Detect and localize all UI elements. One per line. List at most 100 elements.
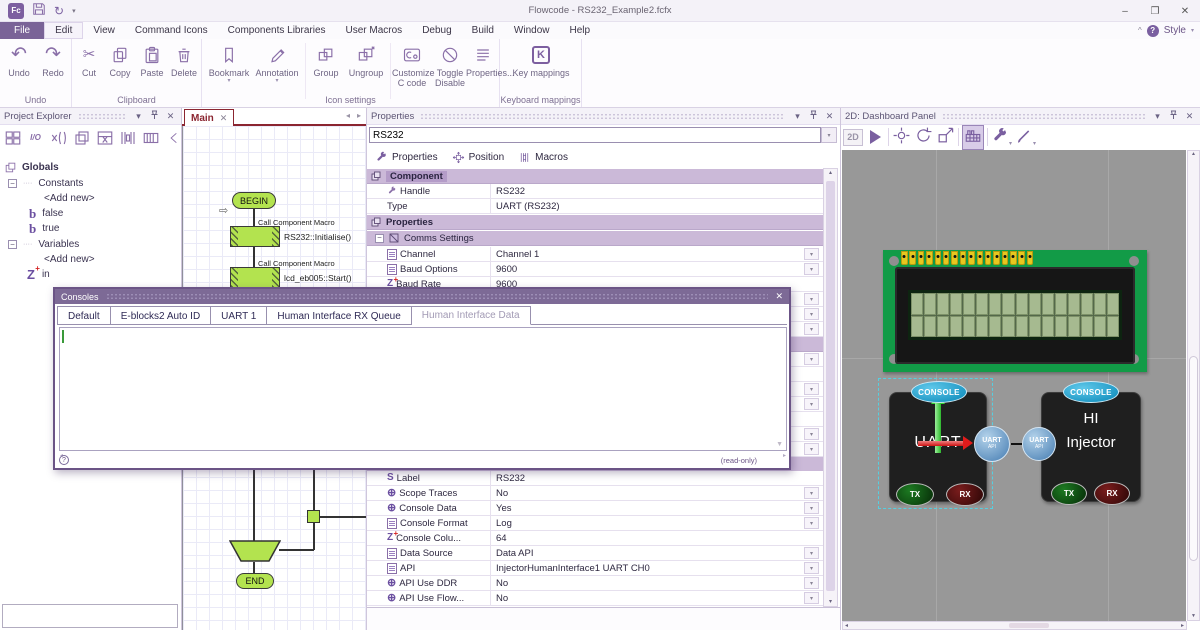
dropdown-button[interactable]: ▾ — [804, 398, 819, 410]
scroll-down-icon[interactable]: ▼ — [1188, 613, 1199, 619]
io-icon[interactable]: I/O — [25, 127, 46, 148]
tree-item-constants[interactable]: −····Constants — [0, 176, 182, 191]
panel-menu-caret-icon[interactable]: ▾ — [791, 111, 804, 122]
x-brace-icon[interactable] — [48, 127, 69, 148]
dropdown-button[interactable]: ▾ — [804, 308, 819, 320]
menu-help[interactable]: Help — [559, 22, 600, 39]
property-row-type[interactable]: Type UART (RS232) — [367, 199, 823, 214]
pipes-icon[interactable] — [117, 127, 138, 148]
key-mappings-button[interactable]: K Key mappings — [508, 42, 574, 78]
tab-position[interactable]: Position — [452, 151, 505, 164]
property-row-handle[interactable]: Handle RS232 — [367, 184, 823, 199]
menu-view[interactable]: View — [83, 22, 125, 39]
close-panel-icon[interactable]: ✕ — [823, 111, 836, 122]
components-icon[interactable] — [962, 125, 984, 150]
customize-c-code-button[interactable]: Customize C code — [392, 42, 432, 89]
undo-button[interactable]: ↶Undo — [2, 42, 36, 78]
dropdown-button[interactable]: ▾ — [804, 428, 819, 440]
scroll-up-icon[interactable]: ▲ — [1188, 151, 1199, 157]
console-output-area[interactable]: ▼ — [59, 327, 787, 451]
console-tab-hi-rx-queue[interactable]: Human Interface RX Queue — [267, 306, 411, 325]
dropdown-button[interactable]: ▾ — [804, 353, 819, 365]
pin-icon[interactable] — [148, 110, 161, 122]
injector-tx-pin[interactable]: TX — [1051, 482, 1087, 505]
ungroup-button[interactable]: Ungroup — [344, 42, 388, 78]
tab-scroll-left-icon[interactable]: ◂ — [346, 111, 350, 120]
connection-point-node[interactable] — [307, 510, 320, 523]
tab-main[interactable]: Main ✕ — [184, 109, 234, 126]
brush-icon[interactable]: ▾ — [1015, 127, 1036, 148]
loop-end-node[interactable] — [229, 540, 281, 563]
uart-tx-pin[interactable]: TX — [896, 483, 934, 506]
call-macro-node-rs232[interactable] — [230, 226, 280, 247]
dropdown-button[interactable]: ▾ — [804, 487, 819, 499]
tree-item-in[interactable]: Z+in — [0, 267, 182, 282]
property-row-console-format[interactable]: Console Format Log▾ — [367, 516, 823, 531]
menu-components-libraries[interactable]: Components Libraries — [218, 22, 336, 39]
console-scroll-down-icon[interactable]: ▼ — [776, 441, 783, 448]
dropdown-button[interactable]: ▾ — [804, 562, 819, 574]
scroll-left-icon[interactable]: ◂ — [845, 622, 848, 629]
tree-item-globals[interactable]: Globals — [0, 160, 182, 175]
dropdown-button[interactable]: ▾ — [804, 577, 819, 589]
layers-icon[interactable] — [71, 127, 92, 148]
call-macro-node-lcd[interactable] — [230, 267, 280, 288]
menu-file[interactable]: File — [0, 22, 44, 39]
paste-button[interactable]: Paste — [136, 42, 168, 78]
uart-rx-pin[interactable]: RX — [946, 483, 984, 506]
rotate-icon[interactable] — [914, 126, 933, 148]
console-tab-uart1[interactable]: UART 1 — [211, 306, 267, 325]
pin-icon[interactable] — [1167, 110, 1180, 122]
injector-rx-pin[interactable]: RX — [1094, 482, 1130, 505]
striped-box-icon[interactable] — [140, 127, 161, 148]
tab-macros[interactable]: Macros — [518, 151, 568, 164]
cut-button[interactable]: ✂Cut — [74, 42, 104, 78]
chevron-left-icon[interactable] — [163, 127, 184, 148]
property-row-api[interactable]: API InjectorHumanInterface1 UART CH0▾ — [367, 561, 823, 576]
group-button[interactable]: Group — [308, 42, 344, 78]
pin-icon[interactable] — [807, 110, 820, 122]
scrollbar-thumb[interactable] — [1009, 623, 1049, 628]
resize-icon[interactable] — [936, 126, 955, 148]
close-panel-icon[interactable]: ✕ — [164, 111, 177, 122]
scrollbar-thumb[interactable] — [826, 181, 835, 591]
restore-button[interactable]: ❐ — [1140, 0, 1170, 22]
property-row-scope-traces[interactable]: ⊕Scope Traces No▾ — [367, 486, 823, 501]
grid-icon[interactable] — [2, 127, 23, 148]
panel-menu-caret-icon[interactable]: ▾ — [132, 111, 145, 122]
tree-item-false[interactable]: bfalse — [0, 206, 182, 221]
tab-properties[interactable]: Properties — [375, 151, 438, 164]
dashboard-vscrollbar[interactable]: ▲ ▼ — [1187, 150, 1200, 621]
property-row-channel[interactable]: Channel Channel 1▾ — [367, 247, 823, 262]
section-component[interactable]: Component — [367, 169, 823, 184]
console-help-icon[interactable]: ? — [59, 455, 69, 465]
property-row-baud-options[interactable]: Baud Options 9600▾ — [367, 262, 823, 277]
close-button[interactable]: ✕ — [1170, 0, 1200, 22]
dropdown-button[interactable]: ▾ — [804, 293, 819, 305]
dropdown-button[interactable]: ▾ — [804, 323, 819, 335]
property-row-label[interactable]: SLabel RS232 — [367, 471, 823, 486]
property-row-api-use-ddr[interactable]: ⊕API Use DDR No▾ — [367, 576, 823, 591]
collapse-icon[interactable]: − — [375, 234, 384, 243]
selector-dropdown-button[interactable]: ▾ — [821, 127, 837, 143]
end-node[interactable]: END — [236, 573, 274, 589]
crossed-box-icon[interactable] — [94, 127, 115, 148]
menu-user-macros[interactable]: User Macros — [336, 22, 413, 39]
tab-close-icon[interactable]: ✕ — [220, 113, 228, 124]
dropdown-button[interactable]: ▾ — [804, 263, 819, 275]
uart-api-connector[interactable]: UARTAPI — [974, 426, 1010, 462]
lcd-display-component[interactable] — [883, 250, 1147, 372]
dashboard-canvas[interactable]: CONSOLE UART TX RX UARTAPI CONSOLE HI In… — [842, 150, 1186, 621]
tab-scroll-right-icon[interactable]: ▸ — [357, 111, 361, 120]
panel-drag-dots[interactable] — [78, 113, 126, 120]
injector-console-badge[interactable]: CONSOLE — [1063, 381, 1119, 403]
scroll-up-icon[interactable]: ▴ — [824, 169, 837, 176]
play-icon[interactable] — [870, 130, 881, 144]
uart-console-badge[interactable]: CONSOLE — [911, 381, 967, 403]
section-comms-settings[interactable]: − Comms Settings — [367, 231, 823, 246]
section-properties[interactable]: Properties — [367, 215, 823, 230]
scroll-down-icon[interactable]: ▾ — [824, 598, 837, 605]
dropdown-button[interactable]: ▾ — [804, 502, 819, 514]
console-tab-eblocks2[interactable]: E-blocks2 Auto ID — [111, 306, 211, 325]
dropdown-button[interactable]: ▾ — [804, 592, 819, 604]
